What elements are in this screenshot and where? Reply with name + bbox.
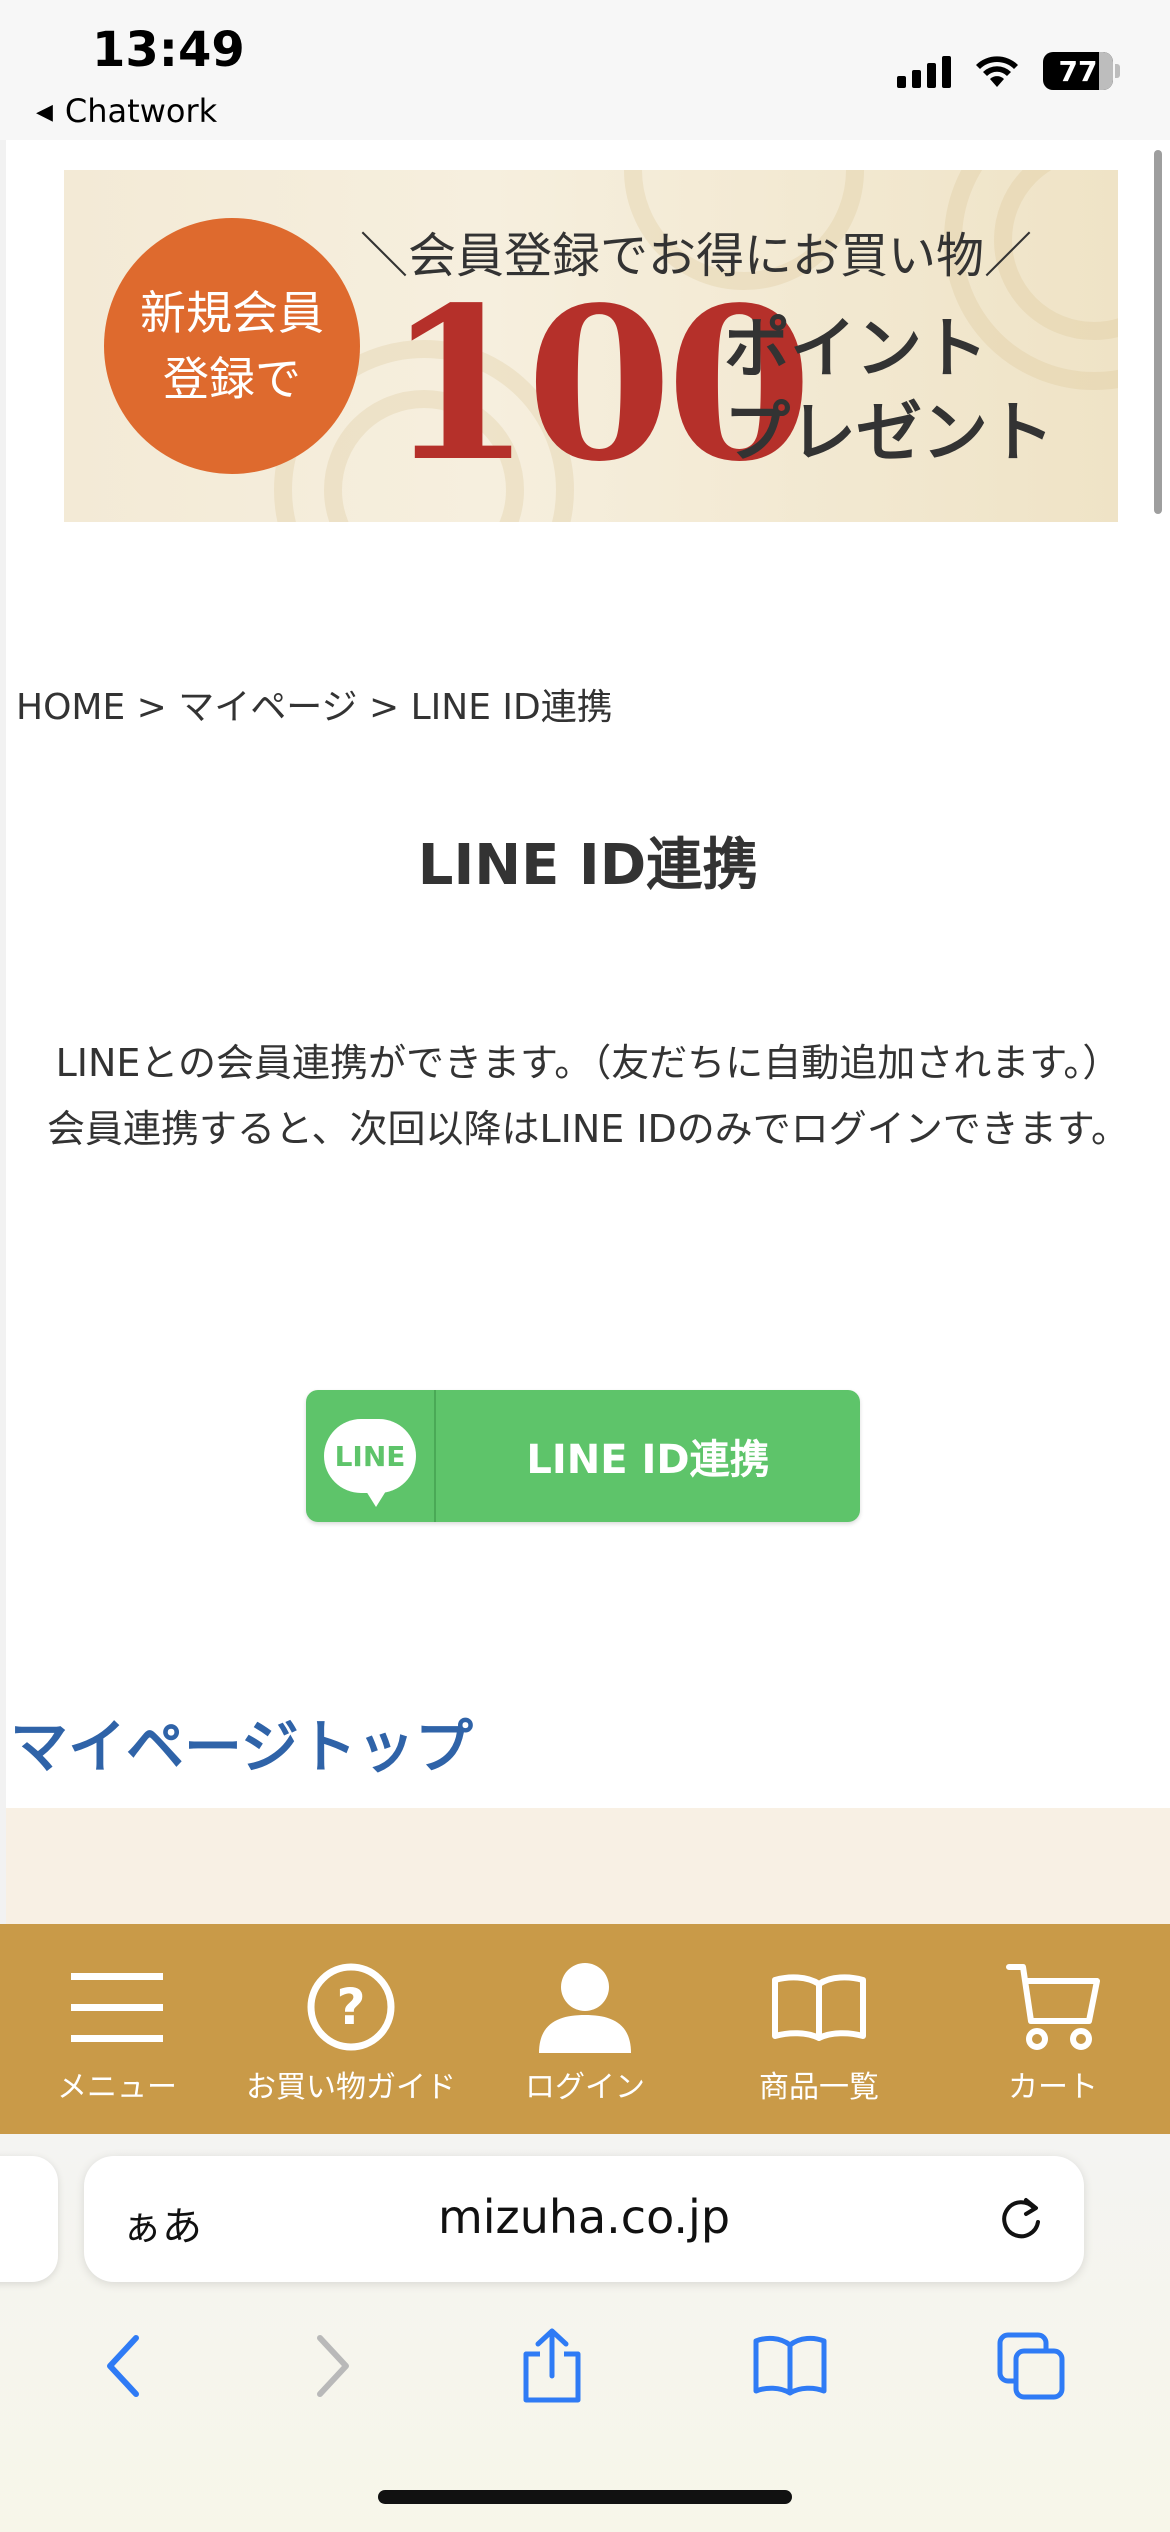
battery-level: 77 [1058, 54, 1098, 88]
nav-menu-label: メニュー [57, 2070, 177, 2105]
hamburger-icon [71, 1973, 163, 2042]
page-title: LINE ID連携 [417, 833, 759, 898]
content-section-background [6, 1808, 1170, 1924]
line-button-label: LINE ID連携 [526, 1437, 770, 1483]
nav-shopping-guide-label: お買い物ガイド [246, 2070, 456, 2105]
svg-text:?: ? [336, 1978, 365, 2036]
reload-icon[interactable] [996, 2194, 1046, 2244]
banner-badge: 新規会員 登録で [104, 218, 360, 474]
address-bar[interactable]: ぁあ mizuha.co.jp [84, 2156, 1084, 2282]
mypage-top-link[interactable]: マイページトップ [10, 1700, 473, 1784]
user-icon [539, 1963, 631, 2053]
site-bottom-nav: メニュー ? お買い物ガイド ログイン 商品一覧 カート [0, 1924, 1170, 2134]
browser-toolbar [0, 2306, 1170, 2426]
nav-product-list-label: 商品一覧 [759, 2070, 879, 2105]
line-logo-area: LINE [306, 1390, 436, 1522]
banner-present: ポイント プレゼント [724, 306, 1054, 474]
question-icon: ? [307, 1963, 395, 2051]
line-logo-icon: LINE [324, 1419, 416, 1507]
back-chevron-icon[interactable] [104, 2334, 144, 2398]
member-signup-banner[interactable]: 新規会員 登録で ＼会員登録でお得にお買い物／ 100 ポイント プレゼント [64, 170, 1118, 522]
browser-chrome: ぁあ mizuha.co.jp [0, 2134, 1170, 2532]
forward-chevron-icon[interactable] [312, 2334, 352, 2398]
banner-present-line2: プレゼント [724, 393, 1054, 471]
description-line1: LINEとの会員連携ができます。（友だちに自動追加されます。） [55, 1041, 1121, 1085]
status-time: 13:49 [92, 22, 245, 78]
web-page: 新規会員 登録で ＼会員登録でお得にお買い物／ 100 ポイント プレゼント H… [0, 140, 1170, 1924]
page-description: LINEとの会員連携ができます。（友だちに自動追加されます。） 会員連携すると、… [46, 1030, 1130, 1162]
nav-login-label: ログイン [525, 2070, 645, 2105]
bookmarks-icon[interactable] [752, 2335, 828, 2397]
cart-icon [1006, 1964, 1100, 2050]
back-triangle-icon: ◀ [36, 100, 53, 125]
page-scrollbar[interactable] [1154, 150, 1162, 514]
nav-menu[interactable]: メニュー [7, 1952, 227, 2106]
share-icon[interactable] [520, 2328, 584, 2404]
battery-icon: 77 [1043, 52, 1113, 90]
status-icons: 77 [897, 52, 1120, 90]
breadcrumb[interactable]: HOME > マイページ > LINE ID連携 [16, 678, 613, 730]
nav-login[interactable]: ログイン [475, 1952, 695, 2106]
banner-badge-line1: 新規会員 [140, 286, 324, 340]
cellular-signal-icon [897, 54, 951, 88]
banner-badge-line2: 登録で [163, 352, 301, 406]
tabs-icon[interactable] [996, 2331, 1066, 2401]
previous-tab-preview[interactable] [0, 2156, 58, 2282]
status-bar: 13:49 ◀ Chatwork 77 [0, 0, 1170, 140]
nav-cart[interactable]: カート [943, 1952, 1163, 2106]
home-indicator[interactable] [378, 2490, 792, 2504]
back-app-label: Chatwork [64, 92, 218, 130]
nav-product-list[interactable]: 商品一覧 [709, 1952, 929, 2106]
nav-cart-label: カート [1008, 2070, 1098, 2105]
wifi-icon [976, 56, 1018, 87]
url-text: mizuha.co.jp [437, 2190, 731, 2244]
line-id-link-button[interactable]: LINE LINE ID連携 [306, 1390, 860, 1522]
description-line2: 会員連携すると、次回以降はLINE IDのみでログインできます。 [46, 1107, 1130, 1151]
nav-shopping-guide[interactable]: ? お買い物ガイド [241, 1952, 461, 2106]
banner-present-line1: ポイント [724, 309, 988, 387]
book-icon [772, 1974, 866, 2041]
back-to-app-link[interactable]: ◀ Chatwork [36, 92, 217, 130]
